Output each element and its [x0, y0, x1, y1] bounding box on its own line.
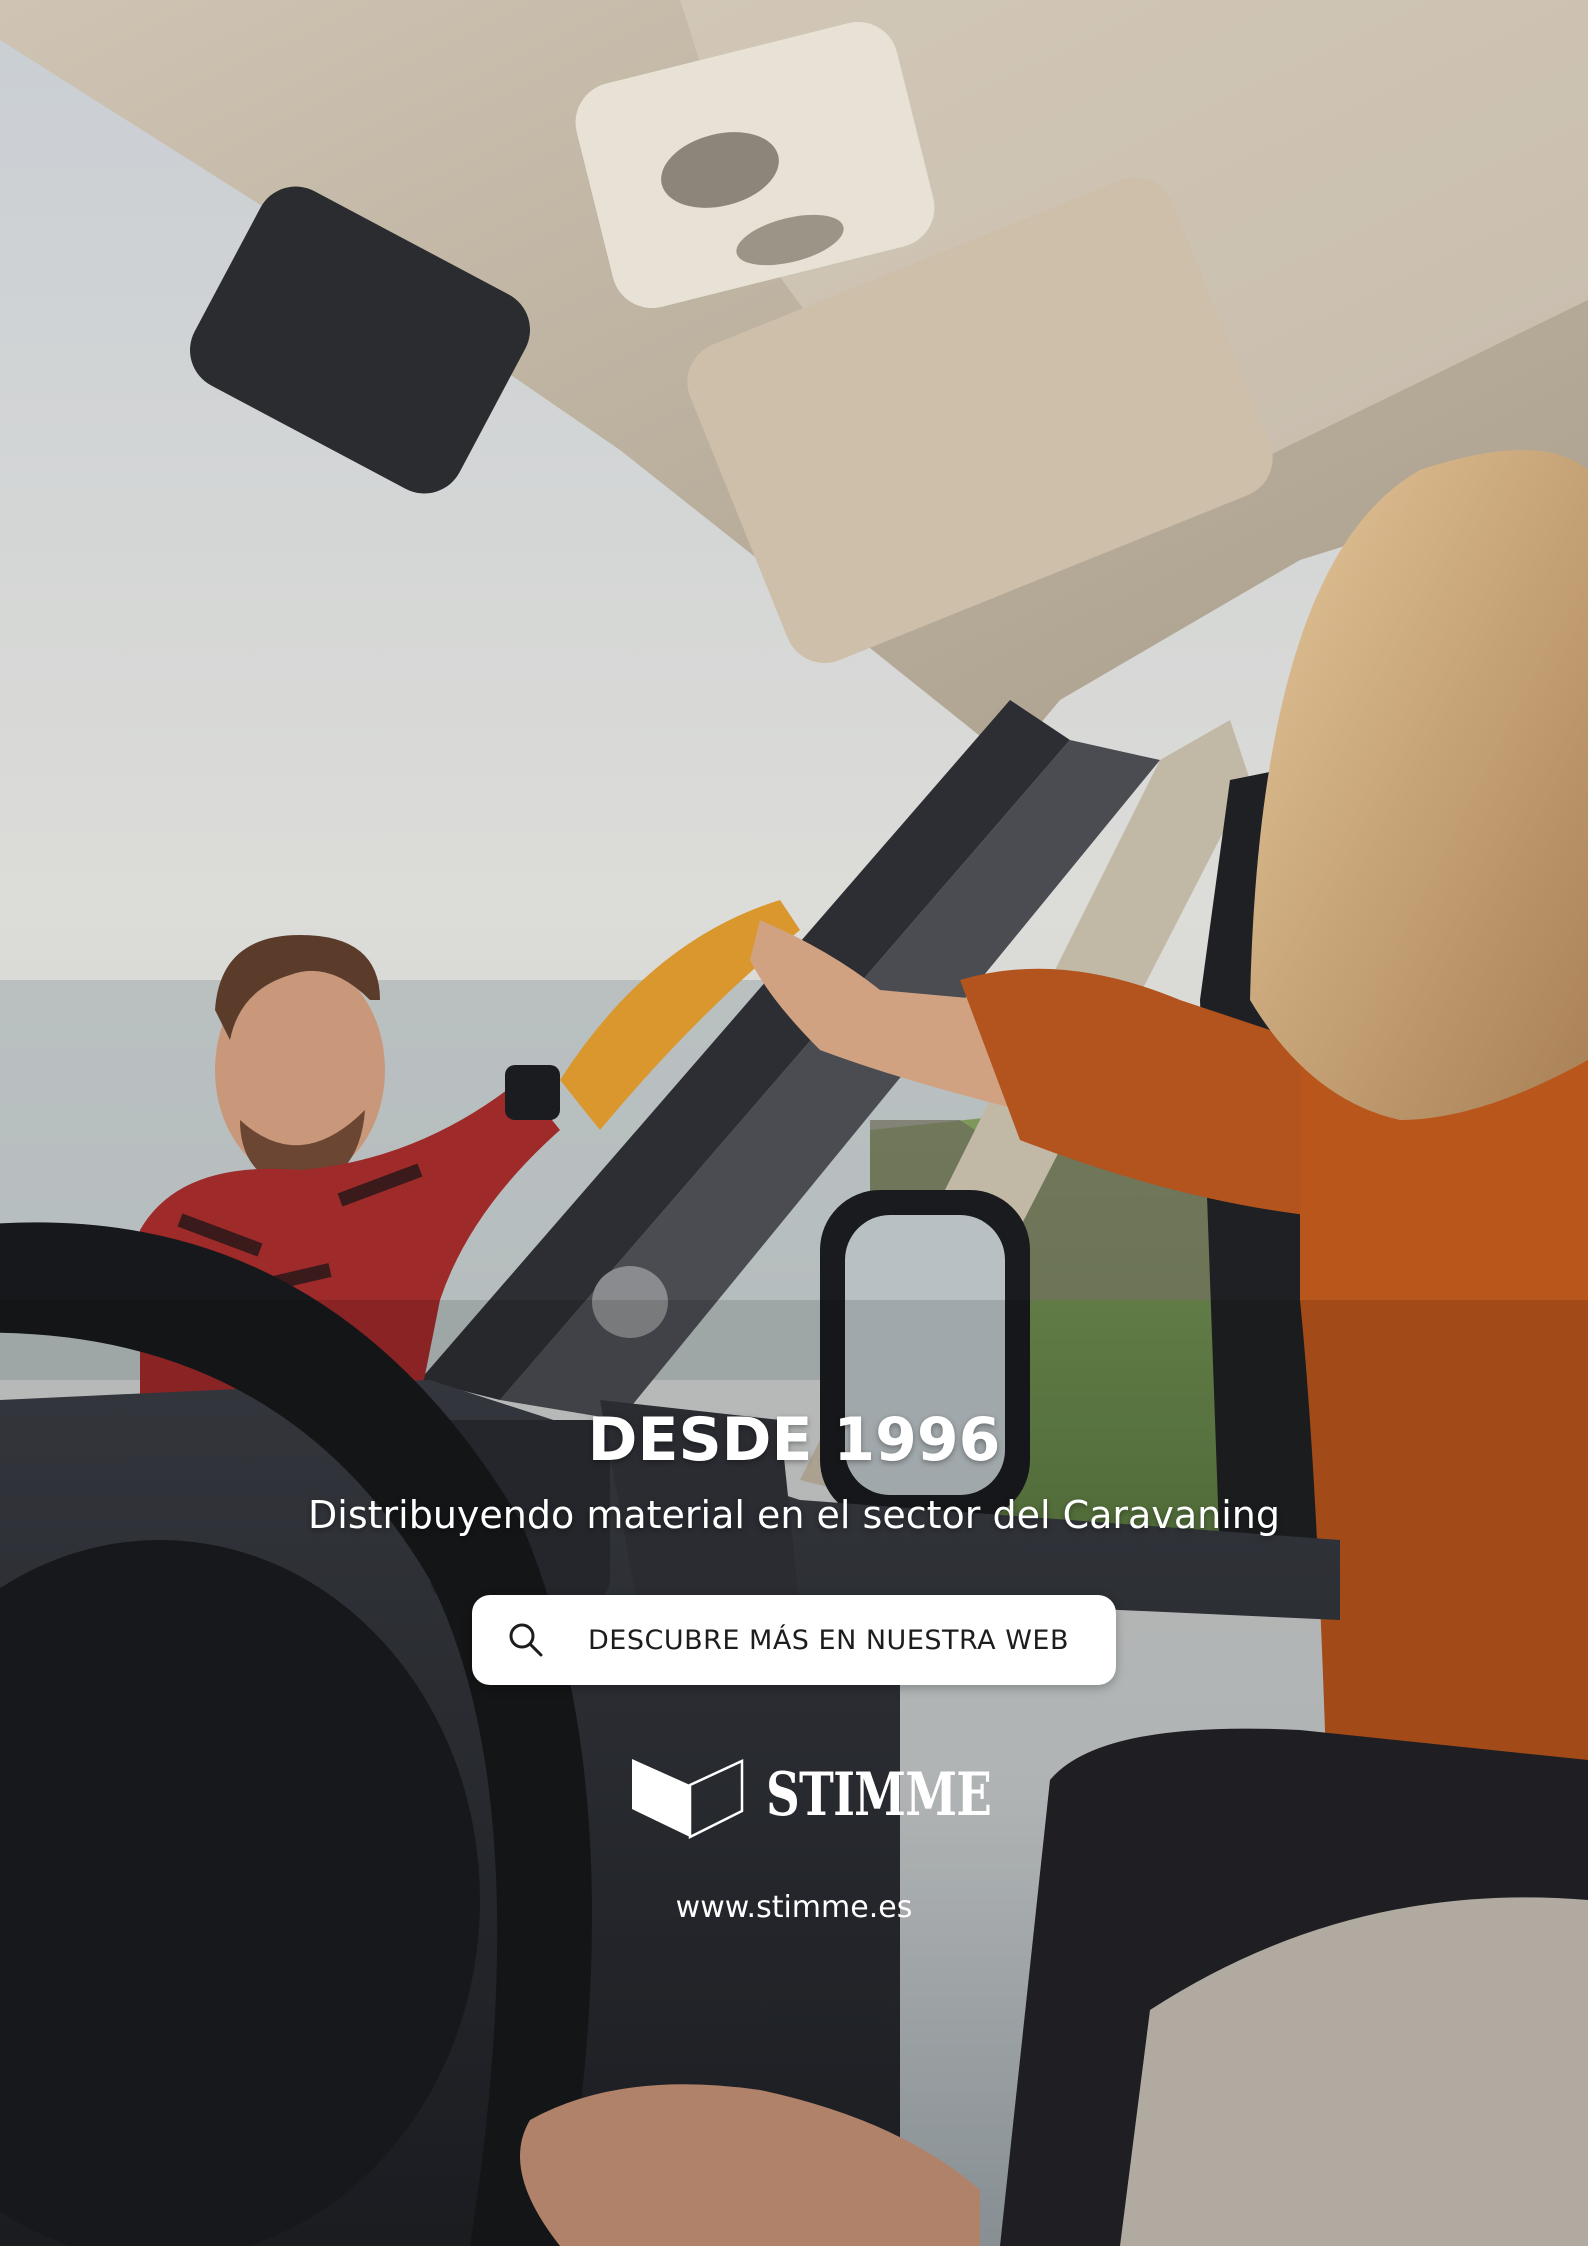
stimme-logo-icon [632, 1759, 744, 1839]
visit-website-label: DESCUBRE MÁS EN NUESTRA WEB [588, 1624, 1070, 1656]
visit-website-button[interactable]: DESCUBRE MÁS EN NUESTRA WEB [472, 1595, 1116, 1685]
hero-subtitle: Distribuyendo material en el sector del … [308, 1493, 1280, 1537]
hero-title: DESDE 1996 [587, 1405, 1001, 1475]
search-icon [506, 1620, 546, 1660]
brand-logo: STIMME [630, 1750, 1055, 1840]
brand-name: STIMME [766, 1760, 992, 1830]
website-url[interactable]: www.stimme.es [0, 1890, 1588, 1925]
